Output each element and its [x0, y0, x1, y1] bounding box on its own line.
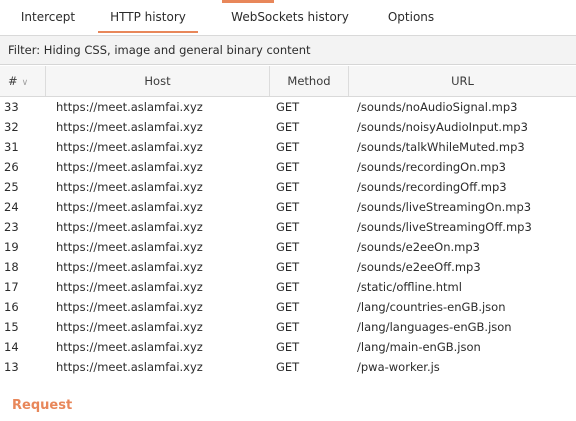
row-method: GET [276, 140, 300, 154]
row-url: /lang/languages-enGB.json [357, 320, 512, 334]
tab-http-history[interactable]: HTTP history [98, 0, 198, 35]
row-host: https://meet.aslamfai.xyz [56, 280, 203, 294]
column-header-host[interactable]: Host [46, 66, 270, 96]
row-host: https://meet.aslamfai.xyz [56, 240, 203, 254]
table-header: # ∨ Host Method URL [0, 66, 576, 97]
row-url: /sounds/recordingOff.mp3 [357, 180, 507, 194]
row-url: /static/offline.html [357, 280, 462, 294]
tab-websockets-history[interactable]: WebSockets history [220, 0, 360, 35]
table-row[interactable]: 14 https://meet.aslamfai.xyz GET /lang/m… [0, 337, 576, 357]
row-host: https://meet.aslamfai.xyz [56, 300, 203, 314]
row-method: GET [276, 280, 300, 294]
table-row[interactable]: 16 https://meet.aslamfai.xyz GET /lang/c… [0, 297, 576, 317]
table-row[interactable]: 25 https://meet.aslamfai.xyz GET /sounds… [0, 177, 576, 197]
row-method: GET [276, 200, 300, 214]
row-number: 33 [4, 100, 19, 114]
row-host: https://meet.aslamfai.xyz [56, 360, 203, 374]
row-method: GET [276, 100, 300, 114]
table-row[interactable]: 26 https://meet.aslamfai.xyz GET /sounds… [0, 157, 576, 177]
row-url: /sounds/liveStreamingOn.mp3 [357, 200, 532, 214]
burp-proxy-panel: Intercept HTTP history WebSockets histor… [0, 0, 576, 421]
row-number: 24 [4, 200, 19, 214]
row-number: 13 [4, 360, 19, 374]
row-method: GET [276, 320, 300, 334]
row-method: GET [276, 180, 300, 194]
row-number: 15 [4, 320, 19, 334]
row-number: 32 [4, 120, 19, 134]
row-url: /sounds/liveStreamingOff.mp3 [357, 220, 532, 234]
table-row[interactable]: 13 https://meet.aslamfai.xyz GET /pwa-wo… [0, 357, 576, 377]
tab-options[interactable]: Options [378, 0, 444, 35]
table-row[interactable]: 33 https://meet.aslamfai.xyz GET /sounds… [0, 97, 576, 117]
row-method: GET [276, 120, 300, 134]
http-history-table: # ∨ Host Method URL 33 https://meet.aslam… [0, 66, 576, 377]
row-url: /sounds/noAudioSignal.mp3 [357, 100, 518, 114]
row-host: https://meet.aslamfai.xyz [56, 140, 203, 154]
row-number: 25 [4, 180, 19, 194]
row-host: https://meet.aslamfai.xyz [56, 120, 203, 134]
column-header-url[interactable]: URL [349, 66, 576, 96]
table-row[interactable]: 15 https://meet.aslamfai.xyz GET /lang/l… [0, 317, 576, 337]
row-number: 17 [4, 280, 19, 294]
row-host: https://meet.aslamfai.xyz [56, 180, 203, 194]
row-method: GET [276, 260, 300, 274]
filter-text: Filter: Hiding CSS, image and general bi… [8, 43, 311, 57]
row-number: 19 [4, 240, 19, 254]
sort-chevron-icon: ∨ [21, 78, 29, 88]
row-url: /pwa-worker.js [357, 360, 440, 374]
column-header-method[interactable]: Method [270, 66, 349, 96]
row-url: /sounds/noisyAudioInput.mp3 [357, 120, 528, 134]
row-url: /sounds/e2eeOff.mp3 [357, 260, 481, 274]
row-host: https://meet.aslamfai.xyz [56, 160, 203, 174]
proxy-tab-bar: Intercept HTTP history WebSockets histor… [0, 0, 576, 36]
table-row[interactable]: 24 https://meet.aslamfai.xyz GET /sounds… [0, 197, 576, 217]
row-method: GET [276, 220, 300, 234]
row-number: 16 [4, 300, 19, 314]
row-host: https://meet.aslamfai.xyz [56, 200, 203, 214]
row-method: GET [276, 360, 300, 374]
row-method: GET [276, 300, 300, 314]
request-section-title: Request [12, 398, 73, 413]
row-url: /lang/countries-enGB.json [357, 300, 506, 314]
row-url: /sounds/recordingOn.mp3 [357, 160, 506, 174]
row-number: 31 [4, 140, 19, 154]
row-number: 18 [4, 260, 19, 274]
row-host: https://meet.aslamfai.xyz [56, 320, 203, 334]
table-row[interactable]: 17 https://meet.aslamfai.xyz GET /static… [0, 277, 576, 297]
tab-intercept[interactable]: Intercept [12, 0, 84, 35]
row-host: https://meet.aslamfai.xyz [56, 340, 203, 354]
row-url: /sounds/talkWhileMuted.mp3 [357, 140, 525, 154]
row-number: 23 [4, 220, 19, 234]
filter-bar[interactable]: Filter: Hiding CSS, image and general bi… [0, 36, 576, 65]
row-url: /lang/main-enGB.json [357, 340, 481, 354]
table-row[interactable]: 31 https://meet.aslamfai.xyz GET /sounds… [0, 137, 576, 157]
row-method: GET [276, 240, 300, 254]
table-body: 33 https://meet.aslamfai.xyz GET /sounds… [0, 97, 576, 377]
table-row[interactable]: 23 https://meet.aslamfai.xyz GET /sounds… [0, 217, 576, 237]
row-host: https://meet.aslamfai.xyz [56, 260, 203, 274]
row-host: https://meet.aslamfai.xyz [56, 220, 203, 234]
table-row[interactable]: 18 https://meet.aslamfai.xyz GET /sounds… [0, 257, 576, 277]
row-number: 14 [4, 340, 19, 354]
column-header-number[interactable]: # ∨ [0, 66, 46, 96]
row-host: https://meet.aslamfai.xyz [56, 100, 203, 114]
table-row[interactable]: 32 https://meet.aslamfai.xyz GET /sounds… [0, 117, 576, 137]
row-method: GET [276, 340, 300, 354]
table-row[interactable]: 19 https://meet.aslamfai.xyz GET /sounds… [0, 237, 576, 257]
row-method: GET [276, 160, 300, 174]
row-url: /sounds/e2eeOn.mp3 [357, 240, 481, 254]
row-number: 26 [4, 160, 19, 174]
